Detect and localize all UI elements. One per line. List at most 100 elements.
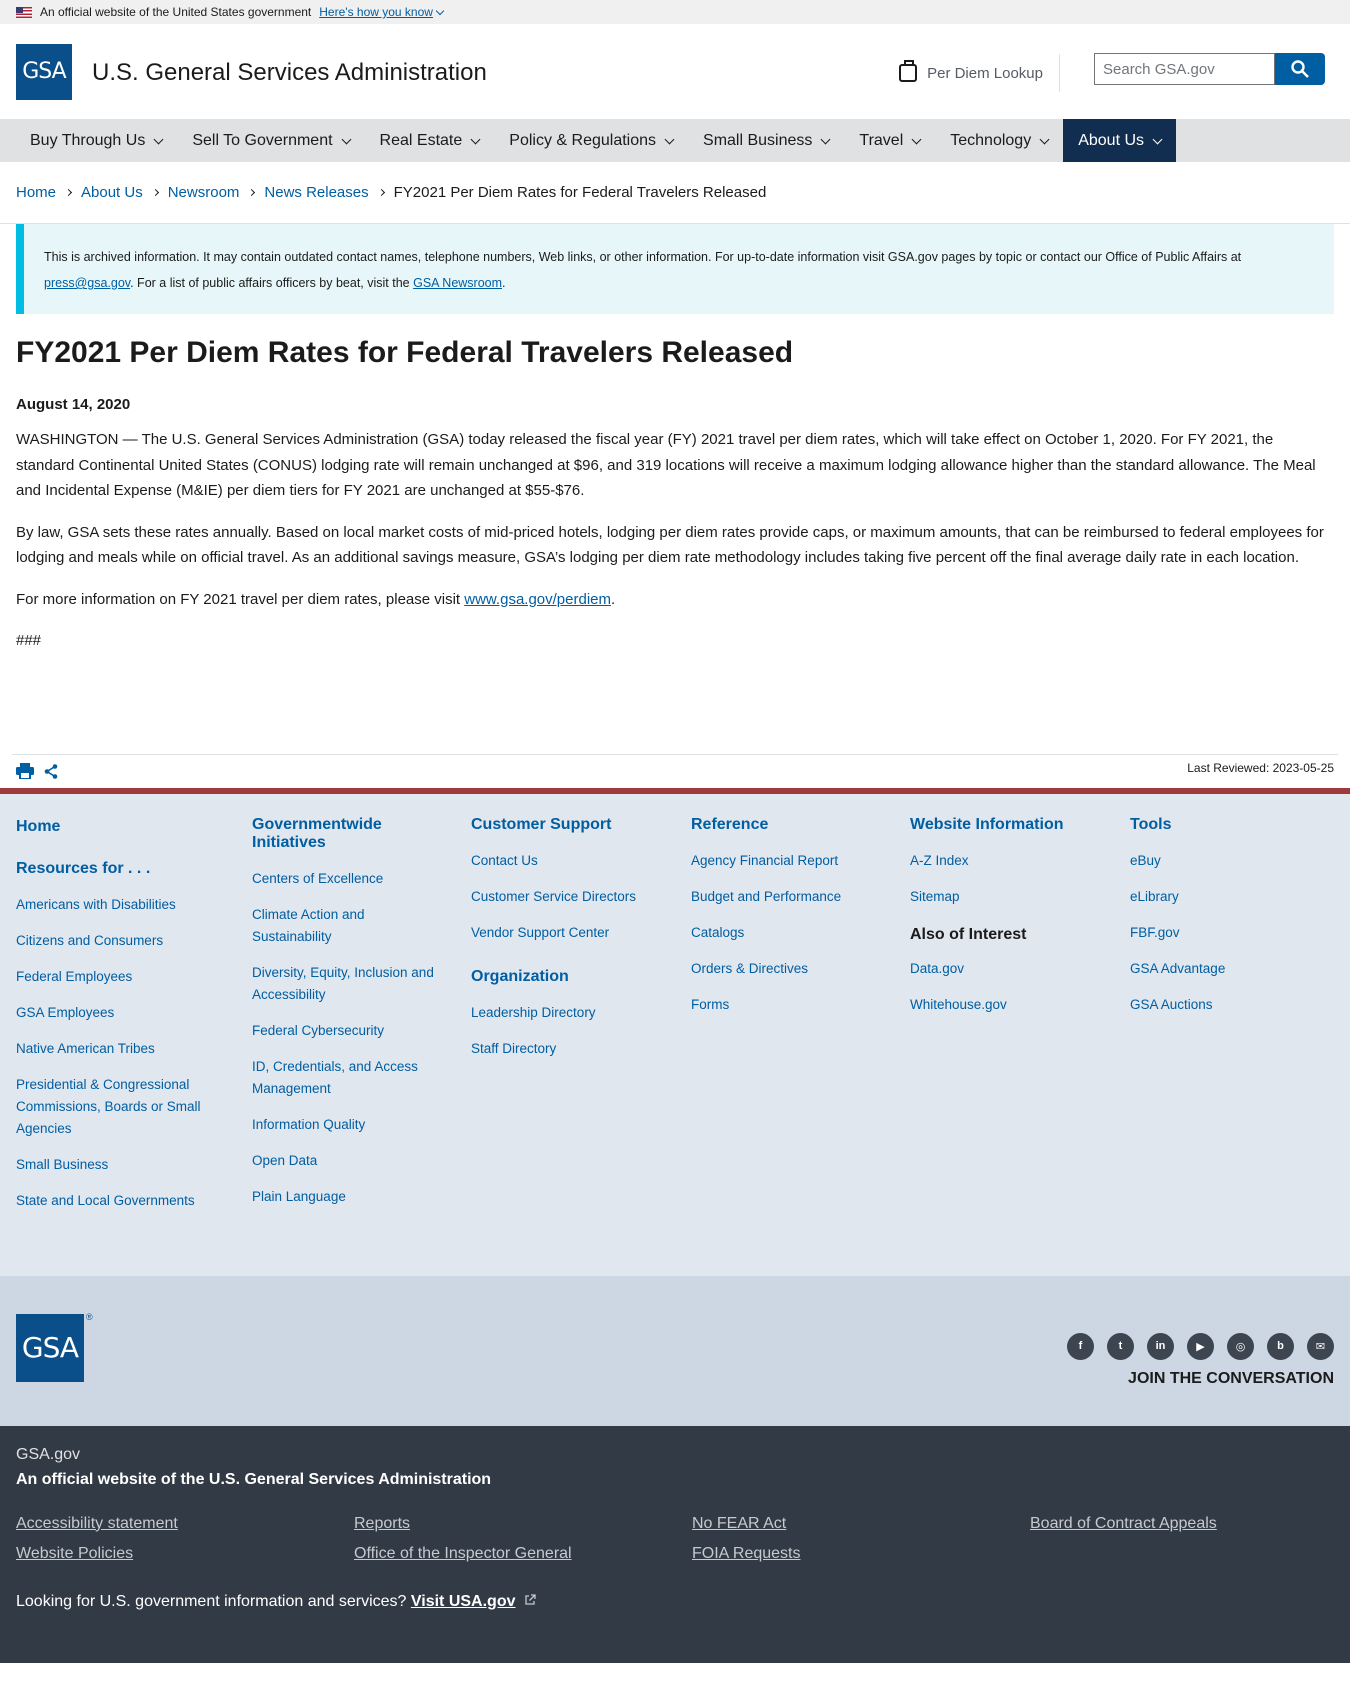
chevron-right-icon [151,188,159,197]
footer-link[interactable]: Whitehouse.gov [910,994,1130,1016]
footer-heading: Governmentwide Initiatives [252,815,382,851]
chevron-down-icon [341,134,351,144]
footer-link[interactable]: Native American Tribes [16,1038,252,1060]
footer-link[interactable]: Forms [691,994,910,1016]
footer-link[interactable]: Staff Directory [471,1038,691,1060]
footer-link[interactable]: Americans with Disabilities [16,894,252,916]
share-icon[interactable] [44,763,58,779]
footer-gsa-logo[interactable]: GSA [16,1313,84,1382]
how-you-know-label: Here's how you know [319,5,433,19]
footer-link[interactable]: FBF.gov [1130,922,1330,944]
footer-link[interactable]: Centers of Excellence [252,868,471,890]
foia-link[interactable]: FOIA Requests [692,1545,1030,1563]
identifier-links: Accessibility statement Reports No FEAR … [16,1515,1334,1563]
footer-link[interactable]: Presidential & Congressional Commissions… [16,1074,206,1140]
nav-technology[interactable]: Technology [935,119,1063,162]
nav-small-business[interactable]: Small Business [688,119,844,162]
nav-real-estate[interactable]: Real Estate [365,119,495,162]
footer-link[interactable]: State and Local Governments [16,1190,252,1212]
archived-alert: This is archived information. It may con… [16,224,1334,314]
footer-link[interactable]: Climate Action and Sustainability [252,904,402,948]
footer-home-link[interactable]: Home [16,816,252,838]
inspector-general-link[interactable]: Office of the Inspector General [354,1545,692,1563]
board-contract-appeals-link[interactable]: Board of Contract Appeals [1030,1515,1330,1533]
perdiem-link[interactable]: www.gsa.gov/perdiem [464,591,611,608]
breadcrumb-news-releases[interactable]: News Releases [264,184,368,201]
footer-link[interactable]: Catalogs [691,922,910,944]
footer-link[interactable]: Contact Us [471,850,691,872]
nav-sell-to-government[interactable]: Sell To Government [177,119,364,162]
chevron-right-icon [248,188,256,197]
footer-heading: Organization [471,967,569,985]
nav-about-us[interactable]: About Us [1063,119,1177,162]
breadcrumb-about-us[interactable]: About Us [81,184,143,201]
article: FY2021 Per Diem Rates for Federal Travel… [0,336,1350,654]
end-mark: ### [16,632,42,649]
print-icon[interactable] [16,763,34,779]
twitter-icon[interactable]: t [1107,1332,1134,1360]
usa-gov-link[interactable]: Visit USA.gov [411,1593,516,1610]
footer-link[interactable]: GSA Employees [16,1002,252,1024]
accessibility-link[interactable]: Accessibility statement [16,1515,354,1533]
breadcrumb-newsroom[interactable]: Newsroom [168,184,240,201]
article-paragraph: For more information on FY 2021 travel p… [16,587,1334,613]
footer-link[interactable]: Plain Language [252,1186,471,1208]
press-email-link[interactable]: press@gsa.gov [44,276,130,290]
footer-link[interactable]: eLibrary [1130,886,1330,908]
footer-heading: Tools [1130,815,1172,833]
footer-heading: Website Information [910,815,1064,833]
instagram-icon[interactable]: ◎ [1227,1332,1254,1360]
breadcrumb-home[interactable]: Home [16,184,56,201]
footer-link[interactable]: Citizens and Consumers [16,930,252,952]
footer-link[interactable]: Diversity, Equity, Inclusion and Accessi… [252,962,442,1006]
identifier-official: An official website of the U.S. General … [16,1470,492,1488]
reports-link[interactable]: Reports [354,1515,692,1533]
footer-link[interactable]: Federal Cybersecurity [252,1020,471,1042]
breadcrumb: Home About Us Newsroom News Releases FY2… [0,162,1350,224]
footer-link[interactable]: Customer Service Directors [471,886,691,908]
footer-link[interactable]: Sitemap [910,886,1130,908]
email-icon[interactable]: ✉ [1307,1332,1334,1360]
footer-link[interactable]: Small Business [16,1154,252,1176]
footer-link[interactable]: GSA Advantage [1130,958,1330,980]
footer-link[interactable]: A-Z Index [910,850,1130,872]
footer-link[interactable]: Data.gov [910,958,1130,980]
facebook-icon[interactable]: f [1067,1332,1094,1360]
chevron-right-icon [377,188,385,197]
footer-col-reference: Reference Agency Financial Report Budget… [691,816,910,1226]
gsa-logo[interactable]: GSA [16,43,72,100]
footer-link[interactable]: Information Quality [252,1114,471,1136]
footer-link[interactable]: Federal Employees [16,966,252,988]
footer-links: Home Resources for . . . Americans with … [0,787,1350,1276]
footer-link[interactable]: Leadership Directory [471,1002,691,1024]
footer-link[interactable]: GSA Auctions [1130,994,1330,1016]
search-input[interactable] [1094,53,1275,85]
nav-policy-regulations[interactable]: Policy & Regulations [494,119,688,162]
nav-travel[interactable]: Travel [844,119,935,162]
main-nav: Buy Through Us Sell To Government Real E… [0,119,1350,162]
search-button[interactable] [1275,53,1325,85]
usa-gov-text: Looking for U.S. government information … [16,1592,411,1610]
no-fear-act-link[interactable]: No FEAR Act [692,1515,1030,1533]
nav-buy-through-us[interactable]: Buy Through Us [15,119,177,162]
footer-heading: Reference [691,815,769,833]
nav-label: Technology [950,131,1032,149]
blog-icon[interactable]: b [1267,1332,1294,1360]
page-tools: Last Reviewed: 2023-05-25 [12,753,1338,788]
last-reviewed: Last Reviewed: 2023-05-25 [1187,761,1334,775]
footer-link[interactable]: Open Data [252,1150,471,1172]
youtube-icon[interactable]: ▶ [1187,1332,1214,1360]
footer-link[interactable]: eBuy [1130,850,1330,872]
how-you-know-link[interactable]: Here's how you know [319,5,445,19]
per-diem-lookup-link[interactable]: Per Diem Lookup [899,54,1060,92]
footer-link[interactable]: Budget and Performance [691,886,910,908]
footer-link[interactable]: Orders & Directives [691,958,910,980]
gsa-newsroom-link[interactable]: GSA Newsroom [413,276,502,290]
linkedin-icon[interactable]: in [1147,1332,1174,1360]
website-policies-link[interactable]: Website Policies [16,1545,354,1563]
footer-link[interactable]: Vendor Support Center [471,922,691,944]
footer-link[interactable]: Agency Financial Report [691,850,910,872]
site-title[interactable]: U.S. General Services Administration [92,59,487,87]
footer-col-tools: Tools eBuy eLibrary FBF.gov GSA Advantag… [1130,816,1330,1226]
footer-link[interactable]: ID, Credentials, and Access Management [252,1056,427,1100]
